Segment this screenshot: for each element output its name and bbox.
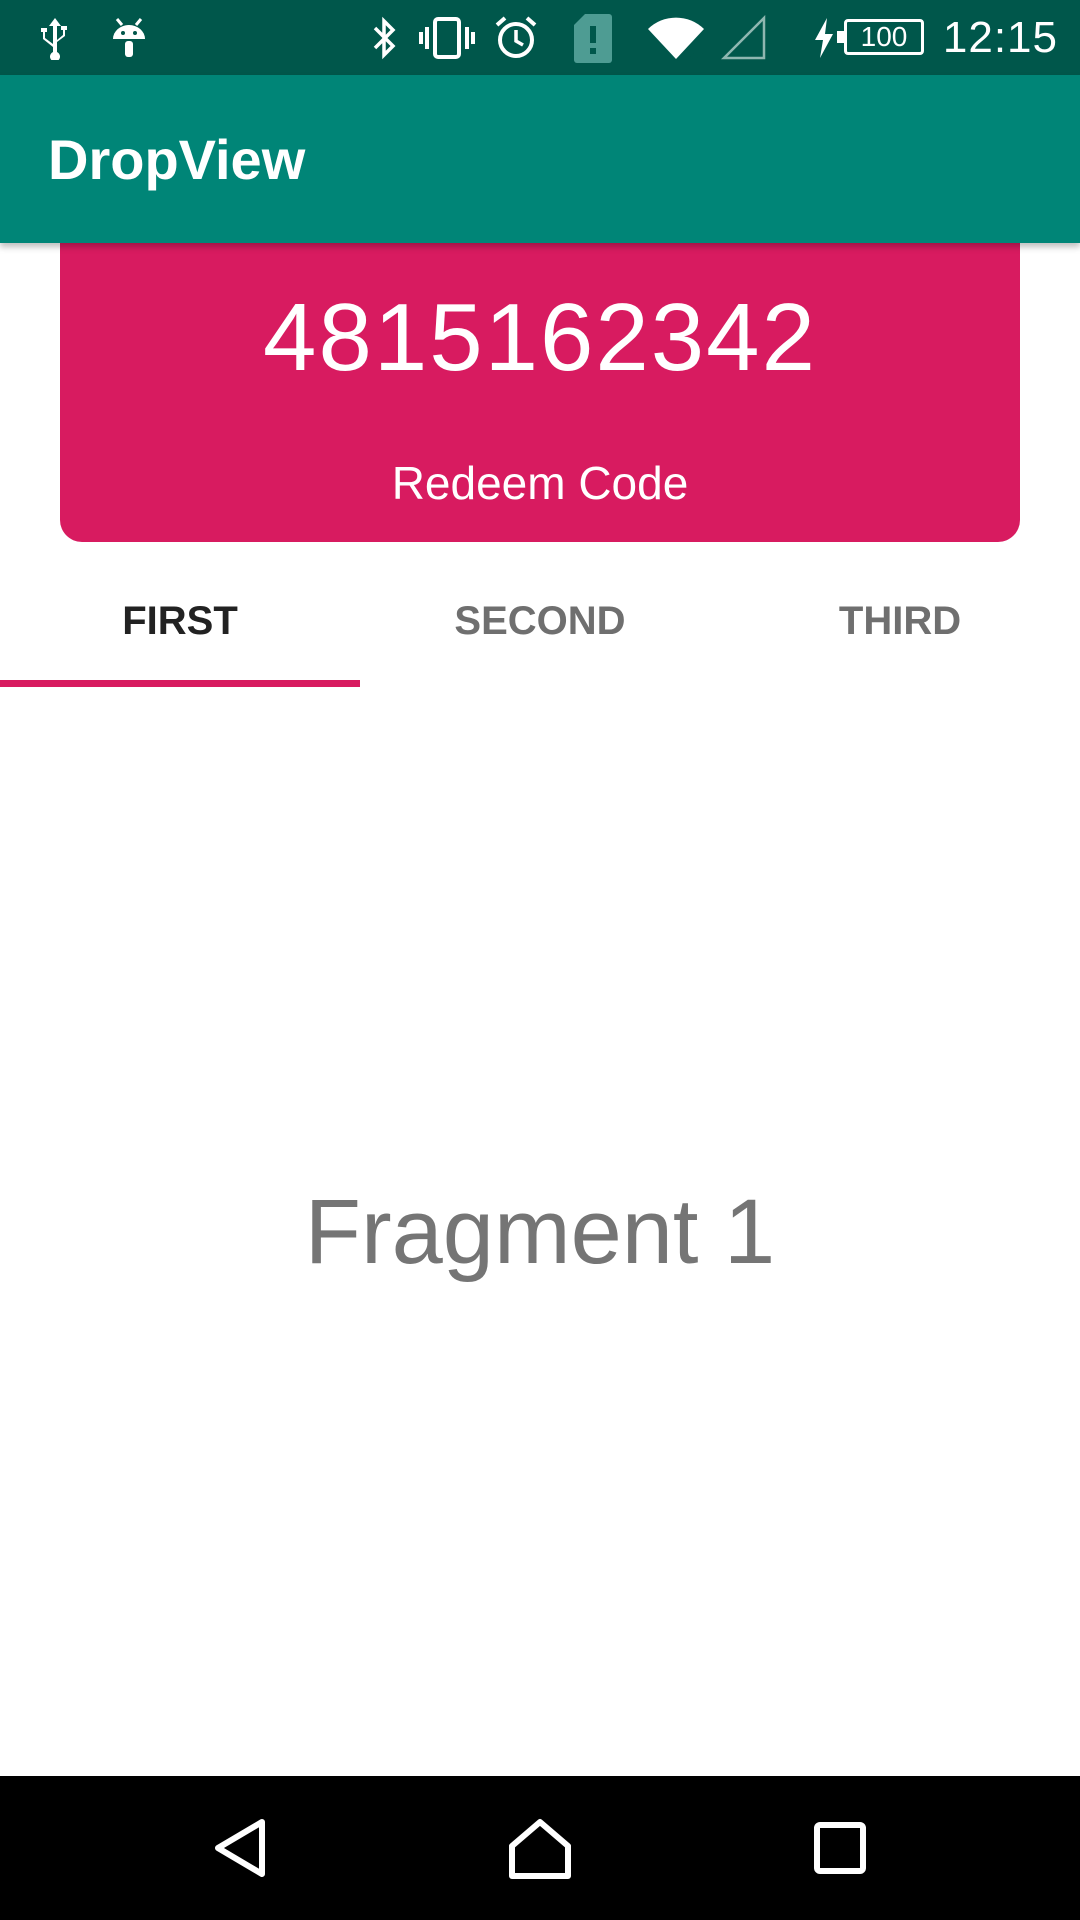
clock: 12:15 <box>942 12 1058 62</box>
android-debug-icon <box>104 0 154 75</box>
redeem-code-value: 4815162342 <box>263 284 817 391</box>
charging-icon <box>808 0 840 75</box>
status-bar: 100 12:15 <box>0 0 1080 75</box>
sim-alert-icon <box>570 0 616 75</box>
redeem-code-button[interactable]: Redeem Code <box>390 443 690 523</box>
drop-view-card[interactable]: 4815162342 Redeem Code <box>60 243 1020 542</box>
cell-signal-icon <box>718 0 768 75</box>
recents-icon[interactable] <box>740 1776 940 1920</box>
battery-icon: 100 <box>837 19 924 55</box>
fragment-label: Fragment 1 <box>304 1181 776 1283</box>
navigation-bar <box>0 1776 1080 1920</box>
vibrate-icon <box>418 0 476 75</box>
alarm-icon <box>492 0 540 75</box>
back-icon[interactable] <box>140 1776 340 1920</box>
tab-first[interactable]: FIRST <box>0 556 360 686</box>
app-bar: DropView <box>0 75 1080 243</box>
tab-indicator <box>0 680 360 687</box>
tab-third[interactable]: THIRD <box>720 556 1080 686</box>
tab-second[interactable]: SECOND <box>360 556 720 686</box>
battery-level: 100 <box>860 21 908 52</box>
home-icon[interactable] <box>440 1776 640 1920</box>
usb-icon <box>30 0 80 75</box>
app-title: DropView <box>48 127 306 191</box>
tab-bar: FIRST SECOND THIRD <box>0 556 1080 687</box>
wifi-icon <box>644 0 708 75</box>
bluetooth-icon <box>362 0 406 75</box>
